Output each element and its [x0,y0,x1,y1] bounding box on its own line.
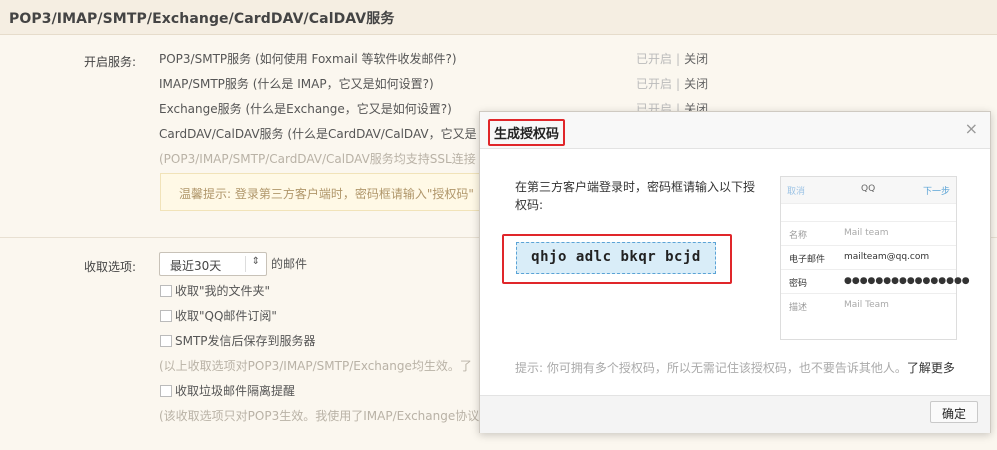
phone-row-key: 描述 [789,303,808,313]
close-link[interactable]: 关闭 [684,77,708,91]
ssl-note: (POP3/IMAP/SMTP/CardDAV/CalDAV服务均支持SSL连接 [159,152,476,166]
phone-row: 密码 ●●●●●●●●●●●●●●●● [781,269,970,294]
service-name: CardDAV/CalDAV服务 [159,127,284,141]
option-smtp-save: SMTP发信后保存到服务器 [175,334,316,348]
service-help-link[interactable]: (什么是 IMAP，它又是如何设置?) [253,77,434,91]
days-select-value: 最近30天 [170,259,222,273]
service-help-link[interactable]: (什么是Exchange，它又是如何设置?) [245,102,451,116]
phone-preview: 取消 QQ 下一步 名称 Mail team 电子邮件 mailteam@qq.… [780,176,970,340]
service-name: Exchange服务 [159,102,242,116]
status-on: 已开启 [636,52,673,66]
phone-next: 下一步 [922,187,950,197]
header-bar: POP3/IMAP/SMTP/Exchange/CardDAV/CalDAV服务 [0,0,997,35]
auth-code[interactable]: qhjo adlc bkqr bcjd [517,249,715,265]
pop3-note: (该收取选项只对POP3生效。我使用了IMAP/Exchange协议 [159,409,480,423]
select-suffix: 的邮件 [271,257,308,271]
service-help-link[interactable]: (如何使用 Foxmail 等软件收发邮件?) [255,52,457,66]
receive-label: 收取选项: [84,260,137,274]
phone-row-value: ●●●●●●●●●●●●●●●● [844,276,970,286]
close-icon[interactable]: × [965,119,978,138]
ok-button[interactable]: 确定 [930,401,978,423]
close-link[interactable]: 关闭 [684,52,708,66]
phone-title: QQ [861,184,876,194]
dialog-message: 在第三方客户端登录时，密码框请输入以下授权码: [515,180,756,212]
days-select[interactable]: 最近30天 ⇕ [159,252,267,276]
checkbox-smtp-save[interactable] [160,335,172,347]
auth-code-highlight: qhjo adlc bkqr bcjd [502,234,732,284]
service-name: IMAP/SMTP服务 [159,77,249,91]
checkbox-spam-reminder[interactable] [160,385,172,397]
learn-more-link[interactable]: 了解更多 [907,361,955,375]
phone-cancel: 取消 [787,187,806,197]
service-name: POP3/SMTP服务 [159,52,252,66]
auth-code-dialog: 生成授权码 × 在第三方客户端登录时，密码框请输入以下授权码: qhjo adl… [479,111,991,433]
phone-row-value: Mail Team [844,300,889,310]
service-help-link[interactable]: (什么是CardDAV/CalDAV，它又是 [287,127,476,141]
service-pop3: POP3/SMTP服务 (如何使用 Foxmail 等软件收发邮件?) [159,50,457,67]
option-qq-subscription: 收取"QQ邮件订阅" [175,309,277,323]
phone-row: 名称 Mail team [781,221,956,246]
phone-row-key: 名称 [789,231,808,241]
service-carddav: CardDAV/CalDAV服务 (什么是CardDAV/CalDAV，它又是 [159,125,477,142]
dialog-hint: 提示: 你可拥有多个授权码，所以无需记住该授权码，也不要告诉其他人。了解更多 [515,359,955,376]
service-status-pop3: 已开启 | 关闭 [636,50,708,67]
page-title: POP3/IMAP/SMTP/Exchange/CardDAV/CalDAV服务 [9,11,395,27]
status-sep: | [676,52,681,66]
services-label: 开启服务: [84,55,137,69]
phone-row-key: 密码 [789,279,808,289]
phone-row: 描述 Mail Team [781,293,956,318]
select-divider [245,256,246,272]
phone-row-value: mailteam@qq.com [844,252,930,262]
receive-note: (以上收取选项对POP3/IMAP/SMTP/Exchange均生效。了 [159,359,472,373]
service-imap: IMAP/SMTP服务 (什么是 IMAP，它又是如何设置?) [159,75,434,92]
checkbox-my-folders[interactable] [160,285,172,297]
service-status-imap: 已开启 | 关闭 [636,75,708,92]
option-my-folders: 收取"我的文件夹" [175,284,271,298]
tip-text: 温馨提示: 登录第三方客户端时，密码框请输入"授权码" [179,187,474,201]
service-exchange: Exchange服务 (什么是Exchange，它又是如何设置?) [159,100,452,117]
phone-row-value: Mail team [844,228,889,238]
dialog-header: 生成授权码 × [480,112,990,149]
checkbox-qq-subscription[interactable] [160,310,172,322]
option-spam-reminder: 收取垃圾邮件隔离提醒 [175,384,296,398]
status-sep: | [676,77,681,91]
updown-arrow-icon: ⇕ [251,256,260,267]
hint-text: 提示: 你可拥有多个授权码，所以无需记住该授权码，也不要告诉其他人。 [515,361,907,375]
phone-nav-bar: 取消 QQ 下一步 [781,177,956,204]
phone-row: 电子邮件 mailteam@qq.com [781,245,956,270]
status-on: 已开启 [636,77,673,91]
phone-row-key: 电子邮件 [789,255,826,265]
dialog-footer: 确定 [480,395,990,433]
auth-code-box[interactable]: qhjo adlc bkqr bcjd [516,242,716,274]
dialog-title: 生成授权码 [488,119,566,146]
